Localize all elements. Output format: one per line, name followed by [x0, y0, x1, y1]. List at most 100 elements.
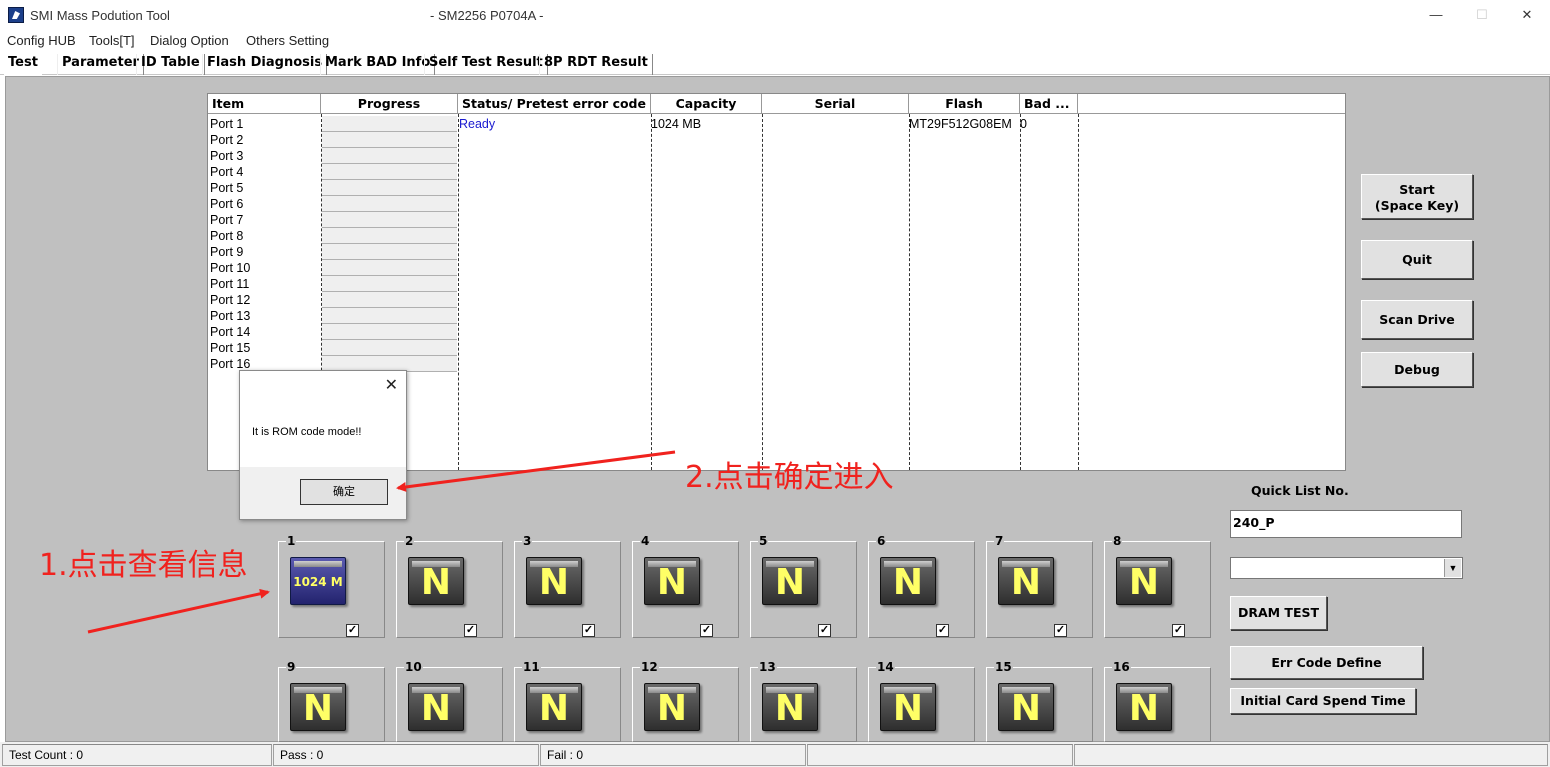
no-drive-icon[interactable]: N — [1116, 683, 1172, 731]
table-row-port-label[interactable]: Port 2 — [210, 132, 243, 148]
quick-list-input[interactable]: 240_P — [1230, 510, 1462, 538]
port-slot-3[interactable]: 3 N ✓ — [514, 534, 621, 638]
quick-list-dropdown[interactable]: ▼ — [1230, 557, 1463, 579]
chevron-down-icon[interactable]: ▼ — [1444, 559, 1461, 577]
table-row-port-label[interactable]: Port 10 — [210, 260, 250, 276]
table-row-port-label[interactable]: Port 9 — [210, 244, 243, 260]
app-logo-icon — [8, 7, 24, 23]
tab-8p-rdt-result[interactable]: 8P RDT Result — [539, 54, 653, 75]
port-enable-checkbox[interactable]: ✓ — [818, 624, 831, 637]
progress-bar — [322, 324, 457, 340]
table-row-port-label[interactable]: Port 6 — [210, 196, 243, 212]
menu-tools[interactable]: Tools[T] — [89, 33, 135, 48]
port-number: 7 — [994, 534, 1005, 548]
port-enable-checkbox[interactable]: ✓ — [936, 624, 949, 637]
port-slot-11[interactable]: 11 N — [514, 660, 621, 742]
table-row-port-label[interactable]: Port 7 — [210, 212, 243, 228]
port-slot-9[interactable]: 9N — [278, 660, 385, 742]
initial-card-spend-time-button[interactable]: Initial Card Spend Time — [1230, 688, 1416, 714]
port-enable-checkbox[interactable]: ✓ — [346, 624, 359, 637]
start-button[interactable]: Start (Space Key) — [1361, 174, 1473, 219]
drive-detected-icon[interactable]: 1024 M — [290, 557, 346, 605]
port-slot-6[interactable]: 6 N ✓ — [868, 534, 975, 638]
port-slot-5[interactable]: 5 N ✓ — [750, 534, 857, 638]
tab-self-test-result[interactable]: Self Test Result — [424, 54, 548, 75]
dialog-ok-button[interactable]: 确定 — [300, 479, 388, 505]
menu-dialog-option[interactable]: Dialog Option — [150, 33, 229, 48]
no-drive-icon[interactable]: N — [998, 683, 1054, 731]
no-drive-icon[interactable]: N — [644, 557, 700, 605]
port-slot-8[interactable]: 8 N ✓ — [1104, 534, 1211, 638]
tab-test[interactable]: Test — [4, 54, 42, 75]
port-slot-1[interactable]: 1 1024 M ✓ — [278, 534, 385, 638]
menu-others-setting[interactable]: Others Setting — [246, 33, 329, 48]
column-header-progress[interactable]: Progress — [321, 94, 458, 114]
debug-button[interactable]: Debug — [1361, 352, 1473, 387]
maximize-button[interactable]: ☐ — [1459, 4, 1505, 26]
status-panel-empty — [807, 744, 1073, 766]
port-slot-14[interactable]: 14 N — [868, 660, 975, 742]
column-header-capacity[interactable]: Capacity — [651, 94, 762, 114]
no-drive-icon[interactable]: N — [526, 557, 582, 605]
no-drive-icon[interactable]: N — [644, 683, 700, 731]
table-row-port-label[interactable]: Port 1 — [210, 116, 243, 132]
progress-bar — [322, 308, 457, 324]
port-enable-checkbox[interactable]: ✓ — [1054, 624, 1067, 637]
dialog-close-icon[interactable]: ✕ — [385, 375, 398, 395]
tab-mark-bad-info[interactable]: Mark BAD Info — [320, 54, 436, 75]
port-slot-15[interactable]: 15 N — [986, 660, 1093, 742]
table-row-port-label[interactable]: Port 15 — [210, 340, 250, 356]
port-slot-10[interactable]: 10 N — [396, 660, 503, 742]
no-drive-icon[interactable]: N — [762, 557, 818, 605]
table-row-port-label[interactable]: Port 14 — [210, 324, 250, 340]
port-number: 13 — [758, 660, 777, 674]
column-header-item[interactable]: Item — [208, 94, 321, 114]
no-drive-icon[interactable]: N — [880, 557, 936, 605]
port-enable-checkbox[interactable]: ✓ — [1172, 624, 1185, 637]
err-code-define-button[interactable]: Err Code Define — [1230, 646, 1423, 679]
dram-test-button[interactable]: DRAM TEST — [1230, 596, 1327, 630]
window-title: SMI Mass Podution Tool — [30, 8, 170, 23]
no-drive-icon[interactable]: N — [408, 557, 464, 605]
table-row-port-label[interactable]: Port 3 — [210, 148, 243, 164]
column-header-bad[interactable]: Bad ... — [1020, 94, 1078, 114]
port-number: 15 — [994, 660, 1013, 674]
table-row-port-label[interactable]: Port 8 — [210, 228, 243, 244]
port-slot-2[interactable]: 2 N ✓ — [396, 534, 503, 638]
scan-drive-button[interactable]: Scan Drive — [1361, 300, 1473, 339]
port-slot-12[interactable]: 12 N — [632, 660, 739, 742]
no-drive-icon[interactable]: N — [998, 557, 1054, 605]
no-drive-icon[interactable]: N — [1116, 557, 1172, 605]
column-header-status[interactable]: Status/ Pretest error code — [458, 94, 651, 114]
tab-flash-diagnosis[interactable]: Flash Diagnosis — [202, 54, 328, 75]
dialog-message: It is ROM code mode!! — [252, 426, 362, 438]
tab-id-table[interactable]: ID Table — [136, 54, 205, 75]
no-drive-icon[interactable]: N — [880, 683, 936, 731]
table-row-port-label[interactable]: Port 13 — [210, 308, 250, 324]
tab-parameter[interactable]: Parameter — [57, 54, 144, 75]
no-drive-icon[interactable]: N — [762, 683, 818, 731]
port-slot-13[interactable]: 13 N — [750, 660, 857, 742]
no-drive-icon[interactable]: N — [290, 683, 346, 731]
progress-bar — [322, 340, 457, 356]
port-slot-16[interactable]: 16 N — [1104, 660, 1211, 742]
no-drive-icon[interactable]: N — [526, 683, 582, 731]
menu-config-hub[interactable]: Config HUB — [7, 33, 76, 48]
port-enable-checkbox[interactable]: ✓ — [464, 624, 477, 637]
progress-bar — [322, 196, 457, 212]
column-header-serial[interactable]: Serial — [762, 94, 909, 114]
table-row-port-label[interactable]: Port 11 — [210, 276, 249, 292]
close-window-button[interactable]: ✕ — [1504, 4, 1550, 26]
minimize-button[interactable]: — — [1413, 4, 1459, 26]
table-row-port-label[interactable]: Port 5 — [210, 180, 243, 196]
fail-count-status: Fail : 0 — [540, 744, 806, 766]
no-drive-icon[interactable]: N — [408, 683, 464, 731]
port-slot-7[interactable]: 7 N ✓ — [986, 534, 1093, 638]
port-enable-checkbox[interactable]: ✓ — [700, 624, 713, 637]
column-header-flash[interactable]: Flash — [909, 94, 1020, 114]
port-slot-4[interactable]: 4 N ✓ — [632, 534, 739, 638]
table-row-port-label[interactable]: Port 4 — [210, 164, 243, 180]
port-enable-checkbox[interactable]: ✓ — [582, 624, 595, 637]
table-row-port-label[interactable]: Port 12 — [210, 292, 250, 308]
quit-button[interactable]: Quit — [1361, 240, 1473, 279]
